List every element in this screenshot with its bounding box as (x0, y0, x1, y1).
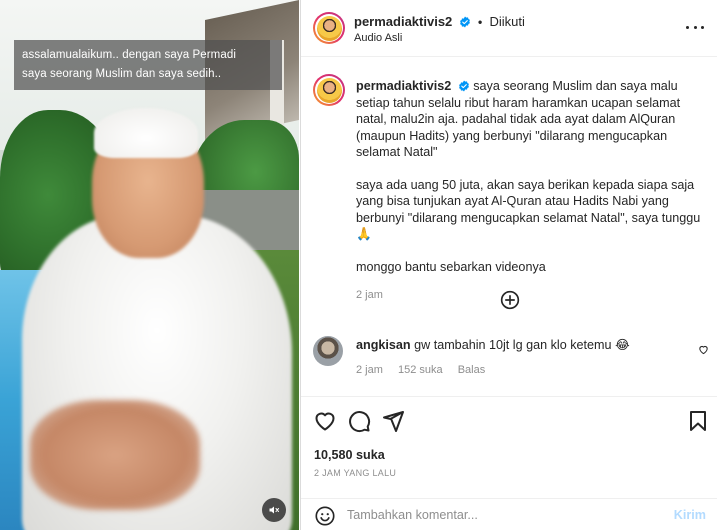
video-person-hands (30, 400, 200, 510)
reply-button[interactable]: Balas (458, 364, 486, 376)
caption-username[interactable]: permadiaktivis2 (356, 79, 451, 93)
header-avatar[interactable] (313, 12, 345, 44)
video-overlay-line: assalamualaikum.. dengan saya Permadi (22, 49, 237, 61)
caption-paragraph-2: saya ada uang 50 juta, akan saya berikan… (356, 177, 701, 242)
heart-icon[interactable] (313, 409, 337, 433)
comment-username[interactable]: angkisan (356, 338, 411, 352)
comments-section[interactable]: permadiaktivis2 saya seorang Muslim dan … (301, 58, 717, 396)
avatar-image (316, 77, 342, 103)
add-comment-bar: Kirim (301, 498, 717, 530)
following-button[interactable]: Diikuti (490, 14, 525, 29)
comment-icon[interactable] (347, 409, 371, 433)
video-text-overlay: assalamualaikum.. dengan saya Permadi sa… (14, 40, 282, 90)
comment-item: angkisan gw tambahin 10jt lg gan klo ket… (313, 336, 711, 396)
audio-source-link[interactable]: Audio Asli (354, 32, 402, 44)
comment-text: gw tambahin 10jt lg gan klo ketemu 😂 (414, 338, 630, 352)
post-caption: permadiaktivis2 saya seorang Muslim dan … (356, 78, 706, 304)
reel-video[interactable]: assalamualaikum.. dengan saya Permadi sa… (0, 0, 299, 530)
verified-badge-icon (458, 80, 469, 92)
comment-like-count[interactable]: 152 suka (398, 364, 443, 376)
emoji-icon[interactable] (314, 505, 336, 527)
bookmark-icon[interactable] (686, 409, 710, 433)
video-person-cap (94, 108, 198, 158)
post-actions: 10,580 suka 2 JAM YANG LALU (301, 396, 717, 496)
likes-count[interactable]: 10,580 suka (314, 448, 385, 462)
caption-timestamp[interactable]: 2 jam (356, 287, 706, 304)
header-separator: • (477, 15, 483, 29)
comment-time[interactable]: 2 jam (356, 364, 383, 376)
avatar-image (316, 15, 342, 41)
share-icon[interactable] (381, 409, 405, 433)
header-username[interactable]: permadiaktivis2 (354, 14, 452, 29)
plus-circle-icon[interactable] (500, 290, 520, 310)
verified-badge-icon (459, 16, 470, 28)
post-panel: permadiaktivis2 • Diikuti Audio Asli per… (300, 0, 717, 530)
comment-meta: 2 jam 152 suka Balas (356, 364, 497, 376)
comment-input[interactable] (347, 504, 657, 526)
mute-button[interactable] (262, 498, 286, 522)
post-header: permadiaktivis2 • Diikuti Audio Asli (301, 0, 717, 57)
caption-avatar[interactable] (313, 74, 345, 106)
post-comment-button[interactable]: Kirim (674, 508, 706, 522)
video-overlay-line: saya seorang Muslim dan saya sedih.. (22, 68, 222, 80)
speaker-muted-icon (269, 506, 279, 514)
post-timestamp[interactable]: 2 JAM YANG LALU (314, 468, 396, 478)
caption-paragraph-3: monggo bantu sebarkan videonya (356, 259, 546, 274)
more-options-icon[interactable] (686, 20, 704, 34)
comment-heart-icon[interactable] (698, 344, 709, 355)
comment-avatar[interactable] (313, 336, 343, 366)
comment-body: angkisan gw tambahin 10jt lg gan klo ket… (356, 337, 630, 352)
